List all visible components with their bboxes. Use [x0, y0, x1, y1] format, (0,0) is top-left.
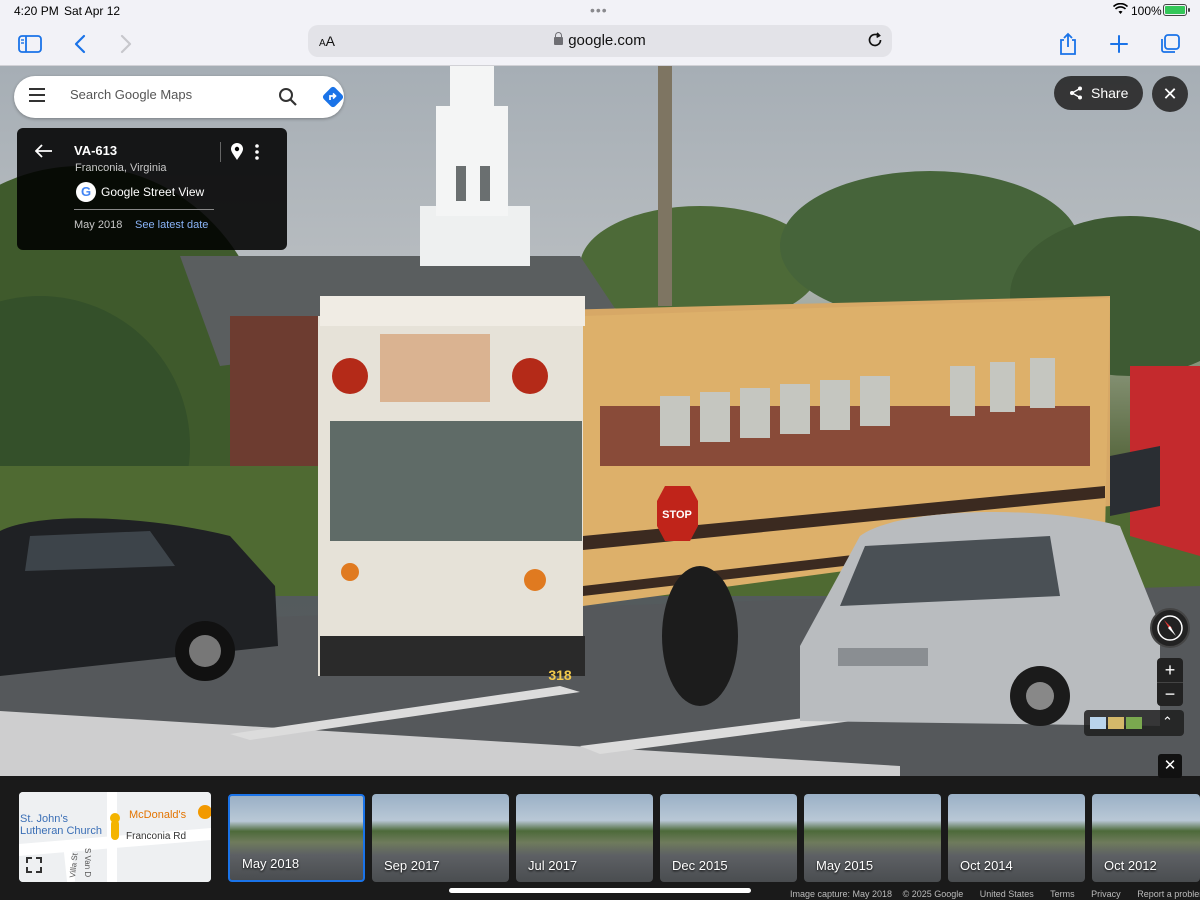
- search-box[interactable]: [14, 76, 344, 118]
- close-streetview-button[interactable]: ✕: [1152, 76, 1188, 112]
- timeline-thumb-label: Oct 2012: [1104, 858, 1157, 873]
- timeline-thumb[interactable]: May 2018: [228, 794, 365, 882]
- timeline-thumb-label: Dec 2015: [672, 858, 728, 873]
- timeline-thumb-label: Sep 2017: [384, 858, 440, 873]
- pin-icon[interactable]: [230, 143, 244, 166]
- minimap[interactable]: St. John's Lutheran Church McDonald's Fr…: [19, 792, 211, 882]
- new-tab-icon[interactable]: [1103, 28, 1135, 60]
- share-icon: [1069, 86, 1083, 103]
- location-subtitle: Franconia, Virginia: [75, 162, 167, 174]
- search-icon[interactable]: [278, 87, 298, 112]
- location-info-card: VA-613 Franconia, Virginia G Google Stre…: [17, 128, 287, 250]
- timeline-thumb-label: May 2018: [242, 856, 300, 871]
- status-time: 4:20 PM: [14, 4, 59, 18]
- footer-report[interactable]: Report a problem: [1137, 889, 1200, 899]
- map-label-svan: S Van D: [83, 848, 92, 877]
- map-label-church-2: Lutheran Church: [20, 825, 102, 837]
- forward-icon[interactable]: [110, 28, 142, 60]
- layer-thumb-terrain[interactable]: [1126, 717, 1142, 729]
- map-label-road: Franconia Rd: [126, 831, 186, 842]
- google-logo-icon: G: [76, 182, 96, 202]
- footer-region[interactable]: United States: [980, 889, 1034, 899]
- divider-line: [74, 209, 214, 210]
- wifi-icon: [1112, 2, 1129, 18]
- search-input[interactable]: [70, 87, 250, 102]
- close-timeline-button[interactable]: ✕: [1158, 754, 1182, 778]
- capture-date: May 2018: [74, 219, 123, 231]
- timeline-thumb[interactable]: Sep 2017: [372, 794, 509, 882]
- timeline-strip: St. John's Lutheran Church McDonald's Fr…: [0, 776, 1200, 900]
- timeline-thumb[interactable]: May 2015: [804, 794, 941, 882]
- menu-icon[interactable]: [28, 88, 46, 107]
- bus-number: 318: [548, 667, 572, 683]
- timeline-thumb-label: May 2015: [816, 858, 874, 873]
- see-latest-link[interactable]: See latest date: [135, 219, 208, 231]
- map-label-mcdonalds: McDonald's: [129, 809, 187, 821]
- map-footer: Image capture: May 2018 © 2025 Google Un…: [790, 889, 1200, 899]
- status-bar: 4:20 PM Sat Apr 12 ••• 100%: [0, 0, 1200, 22]
- footer-capture: Image capture: May 2018: [790, 889, 893, 899]
- timeline-thumb-label: Oct 2014: [960, 858, 1013, 873]
- back-arrow-icon[interactable]: [34, 144, 53, 163]
- home-indicator[interactable]: [449, 888, 751, 893]
- footer-privacy[interactable]: Privacy: [1091, 889, 1121, 899]
- source-label: Google Street View: [101, 185, 205, 199]
- multitask-dots-icon[interactable]: •••: [590, 2, 608, 18]
- map-label-church-1: St. John's: [20, 813, 68, 825]
- sidebar-icon[interactable]: [14, 28, 46, 60]
- location-title: VA-613: [74, 143, 118, 158]
- imagery-layers-control[interactable]: ⌃: [1084, 710, 1184, 736]
- timeline-thumb-label: Jul 2017: [528, 858, 578, 873]
- share-label: Share: [1091, 85, 1129, 101]
- timeline-thumb[interactable]: Oct 2012: [1092, 794, 1200, 882]
- battery-percent: 100%: [1131, 4, 1162, 18]
- compass-icon[interactable]: [1150, 608, 1190, 648]
- divider: [220, 142, 221, 162]
- chevron-up-icon[interactable]: ⌃: [1162, 714, 1173, 730]
- fullscreen-icon[interactable]: [25, 856, 43, 879]
- footer-copyright: © 2025 Google: [902, 889, 964, 899]
- share-button[interactable]: Share: [1054, 76, 1143, 110]
- layer-thumb-sand[interactable]: [1108, 717, 1124, 729]
- address-bar[interactable]: AA google.com: [308, 25, 892, 57]
- zoom-out-button[interactable]: −: [1157, 682, 1183, 706]
- url-label: google.com: [568, 32, 646, 49]
- timeline-thumb[interactable]: Dec 2015: [660, 794, 797, 882]
- back-icon[interactable]: [64, 28, 96, 60]
- stop-sign-text: STOP: [662, 509, 692, 521]
- share-sheet-icon[interactable]: [1052, 28, 1084, 60]
- url-text: google.com: [308, 32, 892, 49]
- footer-terms[interactable]: Terms: [1050, 889, 1075, 899]
- more-icon[interactable]: [254, 143, 260, 166]
- tabs-icon[interactable]: [1154, 28, 1186, 60]
- timeline-thumb[interactable]: Jul 2017: [516, 794, 653, 882]
- timeline-thumb[interactable]: Oct 2014: [948, 794, 1085, 882]
- lock-icon: [554, 32, 564, 45]
- directions-icon[interactable]: [321, 85, 345, 114]
- browser-toolbar: AA google.com: [0, 22, 1200, 66]
- zoom-in-button[interactable]: +: [1157, 658, 1183, 682]
- battery-icon: [1163, 4, 1190, 16]
- layer-thumb-sky[interactable]: [1090, 717, 1106, 729]
- reload-icon[interactable]: [866, 31, 884, 54]
- status-date: Sat Apr 12: [64, 4, 121, 18]
